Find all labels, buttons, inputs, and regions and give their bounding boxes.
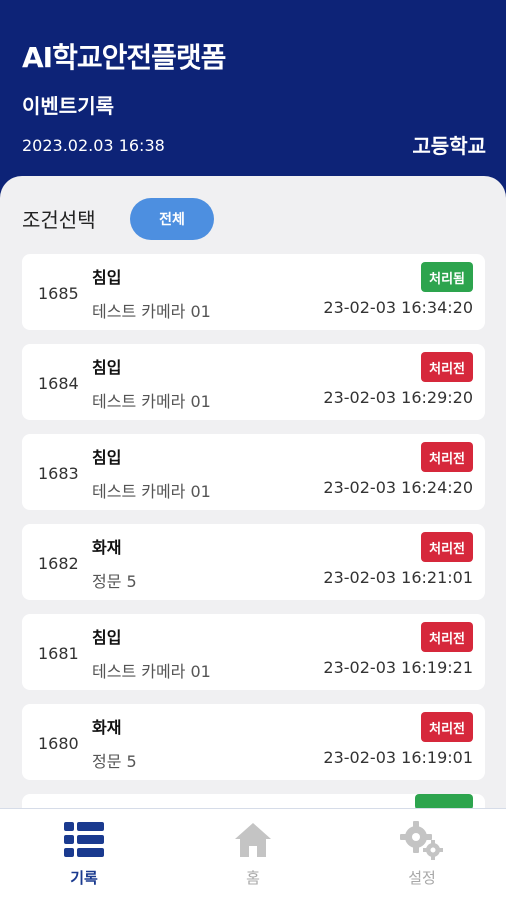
app-header: AI학교안전플랫폼 이벤트기록 2023.02.03 16:38 고등학교 <box>0 0 506 200</box>
event-camera: 테스트 카메라 01 <box>92 392 211 411</box>
event-camera: 테스트 카메라 01 <box>92 482 211 501</box>
school-name: 고등학교 <box>412 134 486 158</box>
event-card[interactable]: 1681 침입 테스트 카메라 01 23-02-03 16:19:21 처리전 <box>22 614 485 690</box>
event-id: 1682 <box>38 554 79 573</box>
tab-records[interactable]: 기록 <box>34 819 134 888</box>
event-type: 화재 <box>92 718 122 737</box>
event-id: 1685 <box>38 284 79 303</box>
tab-home-label: 홈 <box>246 869 260 887</box>
status-badge: 처리전 <box>421 442 473 472</box>
event-type: 침입 <box>92 358 122 377</box>
list-icon <box>64 822 104 857</box>
event-camera: 테스트 카메라 01 <box>92 302 211 321</box>
tab-settings-label: 설정 <box>408 869 436 887</box>
event-card[interactable]: 1682 화재 정문 5 23-02-03 16:21:01 처리전 <box>22 524 485 600</box>
event-time: 23-02-03 16:24:20 <box>323 478 473 497</box>
home-icon <box>235 823 271 857</box>
event-card[interactable]: 1680 화재 정문 5 23-02-03 16:19:01 처리전 <box>22 704 485 780</box>
event-card[interactable]: 1683 침입 테스트 카메라 01 23-02-03 16:24:20 처리전 <box>22 434 485 510</box>
event-time: 23-02-03 16:21:01 <box>323 568 473 587</box>
event-type: 침입 <box>92 268 122 287</box>
event-time: 23-02-03 16:19:21 <box>323 658 473 677</box>
status-badge: 처리전 <box>421 622 473 652</box>
event-camera: 정문 5 <box>92 572 137 591</box>
event-id: 1681 <box>38 644 79 663</box>
event-time: 23-02-03 16:29:20 <box>323 388 473 407</box>
event-card[interactable]: 1684 침입 테스트 카메라 01 23-02-03 16:29:20 처리전 <box>22 344 485 420</box>
bottom-tab-bar: 기록 홈 설정 <box>0 808 506 900</box>
event-time: 23-02-03 16:19:01 <box>323 748 473 767</box>
event-id: 1680 <box>38 734 79 753</box>
event-id: 1684 <box>38 374 79 393</box>
status-badge: 처리전 <box>421 712 473 742</box>
status-badge: 처리전 <box>421 352 473 382</box>
tab-records-label: 기록 <box>70 869 98 887</box>
status-badge: 처리됨 <box>421 262 473 292</box>
current-datetime: 2023.02.03 16:38 <box>22 136 165 155</box>
filter-label: 조건선택 <box>22 208 96 232</box>
app-title: AI학교안전플랫폼 <box>22 41 226 74</box>
event-type: 침입 <box>92 628 122 647</box>
event-camera: 테스트 카메라 01 <box>92 662 211 681</box>
gear-icon <box>400 821 443 860</box>
event-id: 1683 <box>38 464 79 483</box>
event-type: 침입 <box>92 448 122 467</box>
status-badge: 처리전 <box>421 532 473 562</box>
tab-home[interactable]: 홈 <box>203 819 303 888</box>
tab-settings[interactable]: 설정 <box>372 819 472 888</box>
event-panel: 조건선택 전체 1685 침입 테스트 카메라 01 23-02-03 16:3… <box>0 176 506 810</box>
page-subtitle: 이벤트기록 <box>22 94 114 118</box>
event-camera: 정문 5 <box>92 752 137 771</box>
event-time: 23-02-03 16:34:20 <box>323 298 473 317</box>
event-type: 화재 <box>92 538 122 557</box>
event-list: 1685 침입 테스트 카메라 01 23-02-03 16:34:20 처리됨… <box>22 254 485 810</box>
event-card[interactable]: 1685 침입 테스트 카메라 01 23-02-03 16:34:20 처리됨 <box>22 254 485 330</box>
filter-all-button[interactable]: 전체 <box>130 198 214 240</box>
